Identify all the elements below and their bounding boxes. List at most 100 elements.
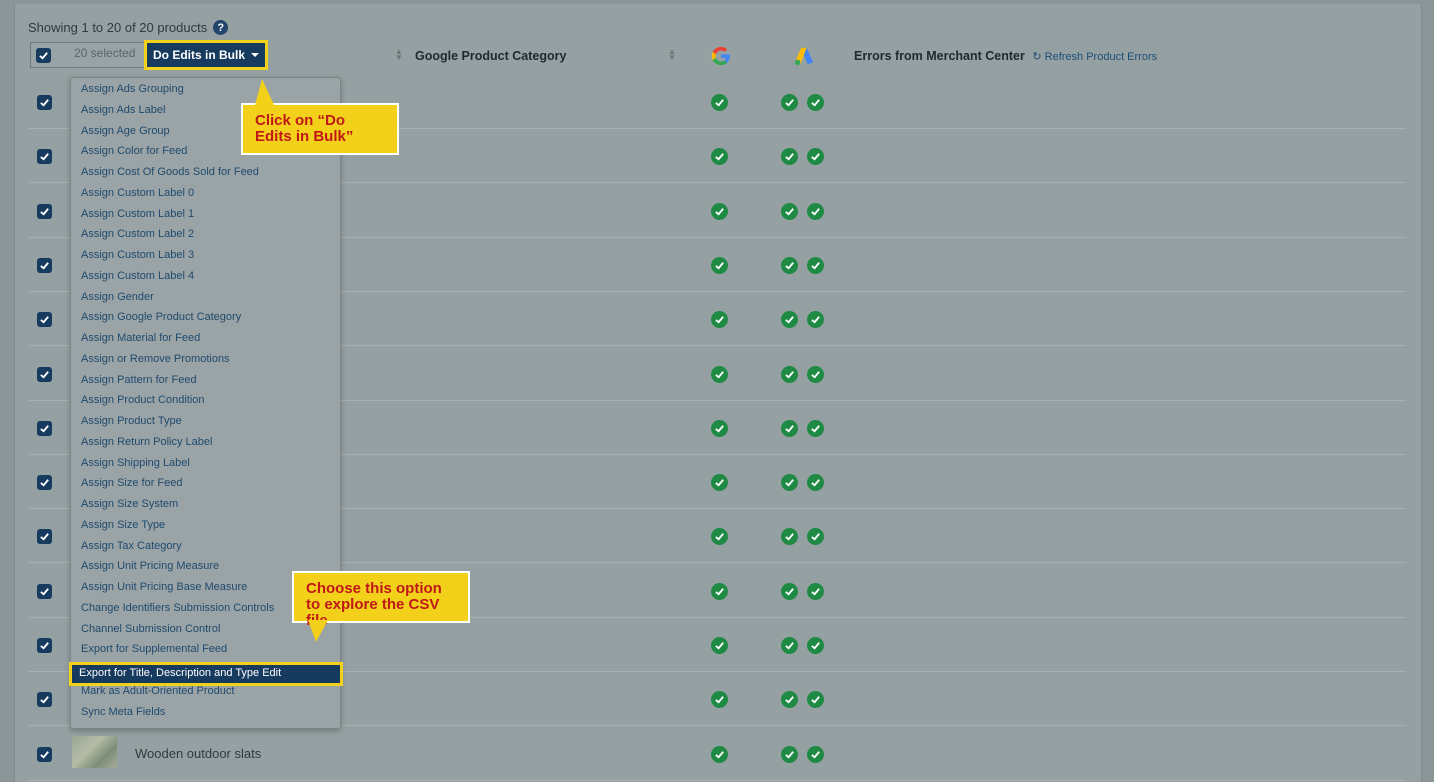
check-icon [40,479,49,487]
menu-item[interactable]: Assign Product Condition [81,394,205,406]
status-ok-icon [711,528,728,546]
status-ok-icon [781,582,798,600]
check-icon [715,587,724,596]
menu-item[interactable]: Assign Gender [81,291,154,303]
menu-item[interactable]: Assign Google Product Category [81,311,241,323]
menu-item[interactable]: Assign Tax Category [81,540,182,552]
menu-item[interactable]: Assign Age Group [81,125,170,137]
status-ok-icon [711,582,728,600]
check-icon [811,262,820,270]
menu-item[interactable]: Export for Title, Description and Type E… [69,662,343,686]
menu-item[interactable]: Change Identifiers Submission Controls [81,602,274,614]
status-ok-icon [711,94,728,111]
row-checkbox[interactable] [37,312,52,328]
check-icon [811,207,820,216]
menu-item[interactable]: Assign Custom Label 4 [81,270,194,282]
menu-item[interactable]: Assign Material for Feed [81,332,200,344]
status-ok-icon [781,528,798,546]
help-icon[interactable]: ? [213,20,229,35]
status-ok-icon [781,311,798,329]
check-icon [785,153,794,161]
select-all-checkbox[interactable] [36,48,51,63]
check-icon [811,99,820,107]
google-ads-logo-icon [794,47,814,66]
menu-item[interactable]: Assign Cost Of Goods Sold for Feed [81,166,259,178]
check-icon [715,479,724,487]
status-ok-icon [711,419,728,437]
status-ok-icon [711,474,728,492]
check-icon [40,207,49,216]
check-icon [40,370,49,379]
check-icon [40,262,49,270]
menu-item[interactable]: Assign Size Type [81,519,165,531]
menu-item[interactable]: Assign Return Policy Label [81,436,212,448]
table-row: Wooden outdoor slats [28,727,1406,781]
google-logo-icon [711,46,730,66]
menu-item[interactable]: Assign Custom Label 2 [81,228,194,240]
row-checkbox[interactable] [37,475,52,491]
status-ok-icon [781,637,798,654]
status-ok-icon [807,419,824,437]
row-checkbox[interactable] [37,746,52,762]
check-icon [715,750,724,759]
sort-icon[interactable]: ▲ ▼ [668,48,676,62]
status-ok-icon [781,691,798,709]
row-checkbox[interactable] [37,149,52,165]
row-checkbox[interactable] [37,420,52,436]
status-ok-icon [807,745,824,763]
check-icon [715,99,724,107]
refresh-icon: ↻ [1032,51,1042,63]
row-checkbox[interactable] [37,366,52,382]
sort-icon[interactable]: ▲ ▼ [395,48,403,62]
menu-item[interactable]: Assign Product Type [81,415,182,427]
do-edits-in-bulk-button[interactable]: Do Edits in Bulk [143,40,269,70]
status-ok-icon [781,148,798,166]
row-checkbox[interactable] [37,692,52,708]
errors-label: Errors from Merchant Center [854,49,1025,63]
menu-item[interactable]: Assign Custom Label 1 [81,208,194,220]
check-icon [811,153,820,161]
menu-item[interactable]: Assign Color for Feed [81,145,187,157]
refresh-label: Refresh Product Errors [1044,51,1158,63]
menu-item[interactable]: Assign Ads Label [81,104,165,116]
menu-item[interactable]: Assign Size for Feed [81,477,183,489]
status-ok-icon [781,256,798,274]
row-checkbox[interactable] [37,638,52,653]
status-ok-icon [711,637,728,654]
menu-item[interactable]: Assign Ads Grouping [81,83,184,95]
menu-item[interactable]: Assign Custom Label 3 [81,249,194,261]
row-checkbox[interactable] [37,203,52,219]
check-icon [785,99,794,107]
product-name[interactable]: Wooden outdoor slats [135,746,261,761]
row-checkbox[interactable] [37,95,52,110]
menu-item[interactable]: Channel Submission Control [81,623,220,635]
refresh-product-errors-link[interactable]: ↻ Refresh Product Errors [1032,51,1157,63]
callout-export: Choose this option to explore the CSV fi… [292,571,470,629]
status-ok-icon [711,311,728,329]
menu-item[interactable]: Assign Unit Pricing Base Measure [81,581,247,593]
menu-item[interactable]: Sync Meta Fields [81,706,165,718]
status-ok-icon [807,148,824,166]
menu-item[interactable]: Mark as Adult-Oriented Product [81,685,234,697]
menu-item[interactable]: Assign Size System [81,498,178,510]
menu-item[interactable]: Assign Custom Label 0 [81,187,194,199]
status-ok-icon [807,311,824,329]
selected-count: 20 selected [74,46,136,60]
row-checkbox[interactable] [37,583,52,599]
row-checkbox[interactable] [37,529,52,545]
status-ok-icon [807,528,824,546]
showing-text: Showing 1 to 20 of 20 products [28,20,208,35]
status-ok-icon [807,582,824,600]
row-checkbox[interactable] [37,257,52,273]
status-ok-icon [781,745,798,763]
menu-item[interactable]: Assign Unit Pricing Measure [81,560,219,572]
check-icon [811,370,820,379]
check-icon [40,153,49,161]
menu-item[interactable]: Assign Pattern for Feed [81,374,197,386]
callout-tail [308,620,328,642]
column-google-product-category[interactable]: Google Product Category [415,49,566,63]
menu-item[interactable]: Assign Shipping Label [81,457,190,469]
menu-item[interactable]: Assign or Remove Promotions [81,353,230,365]
check-icon [715,153,724,161]
menu-item[interactable]: Export for Supplemental Feed [81,643,227,655]
